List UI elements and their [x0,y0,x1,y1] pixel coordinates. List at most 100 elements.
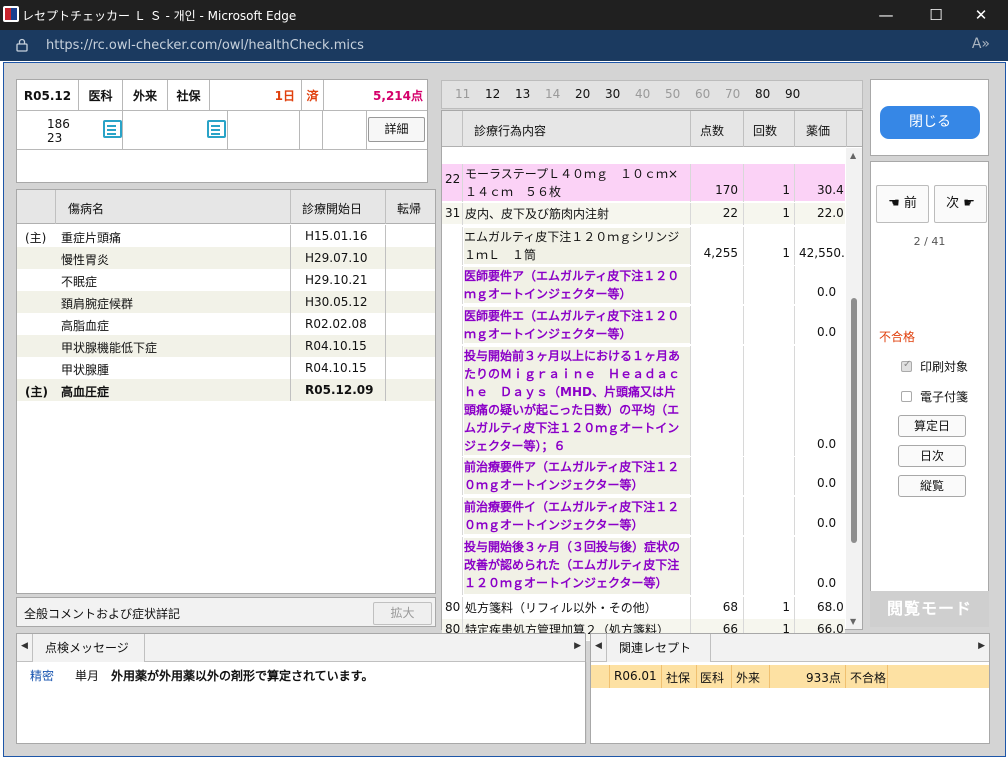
claim-type: 外来 [123,80,168,111]
scroll-up-icon[interactable]: ▲ [850,151,856,160]
treatment-points: 170 [715,183,738,197]
e-attach-checkbox[interactable] [901,391,912,402]
category-tab[interactable]: 14 [545,87,560,101]
disease-row[interactable]: 高脂血症 R02.02.08 [17,313,435,335]
treatment-name-line: モーラステープＬ４０ｍｇ １０ｃｍ× [465,167,679,181]
disease-table-header: 傷病名 診療開始日 転帰 [17,190,435,224]
document-icon[interactable] [103,120,122,138]
treatment-row[interactable]: 医師要件エ（エムガルティ皮下注１２０ ｍｇオートインジェクター等） 0.0 [442,306,845,344]
related-row[interactable]: R06.01 社保 医科 外来 933点 不合格 [591,665,989,688]
category-tab[interactable]: 30 [605,87,620,101]
related-tabbar: ◀ 関連レセプト ▶ [591,634,989,662]
category-tab[interactable]: 80 [755,87,770,101]
treatment-row[interactable]: 投与開始後３ヶ月（３回投与後）症状の 改善が認められた（エムガルティ皮下注 １２０ｍ… [442,537,845,595]
treatment-points: 4,255 [703,246,738,260]
treatment-row[interactable]: エムガルティ皮下注１２０ｍｇシリンジ １ｍＬ １筒 4,255 1 42,550.0 [442,227,845,265]
tab-right-arrow-icon[interactable]: ▶ [978,641,985,651]
claim-id-top: 186 [47,116,70,131]
disease-name: 甲状腺機能低下症 [61,341,158,355]
treatment-code: 80 [445,600,461,614]
treatment-name-line: ｈｅ Ｄａｙｓ（MHD、片頭痛又は片 [464,385,676,399]
treatment-name-line: １２０ｍｇオートインジェクター等） [464,576,668,590]
treatment-price: 0.0 [817,437,837,451]
tab-left-arrow-icon[interactable]: ◀ [21,641,28,651]
hand-right-icon: ☛ [963,196,975,211]
related-panel: ◀ 関連レセプト ▶ R06.01 社保 医科 外来 933点 不合格 [590,633,990,744]
category-tab[interactable]: 12 [485,87,500,101]
treatment-name: 投与開始後３ヶ月（３回投与後）症状の 改善が認められた（エムガルティ皮下注 １２０ｍ… [464,538,690,594]
claim-days: 1日 [210,80,302,111]
scrollbar-thumb[interactable] [851,298,857,543]
treatment-name: 皮内、皮下及び筋肉内注射 [465,205,689,225]
tab-related-receipts[interactable]: 関連レセプト [606,634,711,662]
treatment-name-line: エムガルティ皮下注１２０ｍｇシリンジ [464,230,680,244]
col-start-date: 診療開始日 [302,202,363,216]
message-level: 精密 [30,669,55,683]
treatment-scrollbar[interactable]: ▲ ▼ [846,148,862,629]
category-tab[interactable]: 90 [785,87,800,101]
claim-header: R05.12 医科 外来 社保 1日 済 5,214点 186 23 詳細 [16,79,428,183]
disease-row[interactable]: (主) 高血圧症 R05.12.09 [17,379,435,401]
tab-check-messages[interactable]: 点検メッセージ [32,634,145,662]
category-tab[interactable]: 70 [725,87,740,101]
message-tabbar: ◀ 点検メッセージ ▶ [17,634,585,662]
treatment-row[interactable]: 前治療要件ア（エムガルティ皮下注１２ ０ｍｇオートインジェクター等） 0.0 [442,457,845,495]
col-disease-name: 傷病名 [68,202,105,216]
category-tab[interactable]: 13 [515,87,530,101]
calc-day-button[interactable]: 算定日 [898,415,966,437]
daily-button[interactable]: 日次 [898,445,966,467]
read-aloud-icon[interactable]: A» [972,36,990,52]
claim-era: R05.12 [17,80,79,111]
url-text[interactable]: https://rc.owl-checker.com/owl/healthChe… [46,38,364,53]
treatment-count: 1 [782,183,790,197]
disease-row[interactable]: 慢性胃炎 H29.07.10 [17,247,435,269]
detail-button[interactable]: 詳細 [368,117,425,142]
treatment-row[interactable]: 投与開始前３ヶ月以上における１ヶ月あ たりのＭｉｇｒａｉｎｅ Ｈｅａｄａｃ ｈｅ Ｄ… [442,346,845,456]
close-button[interactable]: 閉じる [880,106,980,139]
disease-name: 甲状腺腫 [61,363,110,377]
disease-name: 高血圧症 [61,385,110,399]
treatment-row[interactable]: 31 皮内、皮下及び筋肉内注射 22 1 22.0 [442,203,845,225]
next-button[interactable]: 次 ☛ [934,185,987,223]
prev-button[interactable]: ☚ 前 [876,185,929,223]
treatment-name: 投与開始前３ヶ月以上における１ヶ月あ たりのＭｉｇｒａｉｎｅ Ｈｅａｄａｃ ｈｅ Ｄ… [464,347,690,455]
disease-start-date: R05.12.09 [305,383,374,397]
message-row[interactable]: 精密 単月 外用薬が外用薬以外の剤形で算定されています。 [17,665,585,685]
next-label: 次 [946,196,960,211]
print-target-checkbox[interactable] [901,359,912,372]
close-window-button[interactable]: ✕ [958,0,1004,30]
treatment-row[interactable]: 前治療要件イ（エムガルティ皮下注１２ ０ｍｇオートインジェクター等） 0.0 [442,497,845,535]
treatment-name: 前治療要件ア（エムガルティ皮下注１２ ０ｍｇオートインジェクター等） [464,458,690,494]
message-text: 外用薬が外用薬以外の剤形で算定されています。 [111,669,374,683]
tab-left-arrow-icon[interactable]: ◀ [595,641,602,651]
disease-row[interactable]: 甲状腺腫 R04.10.15 [17,357,435,379]
disease-start-date: H15.01.16 [305,229,368,243]
address-bar: https://rc.owl-checker.com/owl/healthChe… [0,30,1008,61]
related-insurance: 社保 [666,671,691,685]
disease-start-date: H30.05.12 [305,295,368,309]
minimize-button[interactable]: — [863,0,909,30]
document-icon[interactable] [207,120,226,138]
treatment-row[interactable]: 80 処方箋料（リフィル以外・その他） 68 1 68.0 [442,597,845,619]
disease-row[interactable]: (主) 重症片頭痛 H15.01.16 [17,225,435,247]
tab-right-arrow-icon[interactable]: ▶ [574,641,581,651]
category-tab[interactable]: 11 [455,87,470,101]
treatment-price: 0.0 [817,516,837,530]
treatment-row[interactable]: 医師要件ア（エムガルティ皮下注１２０ ｍｇオートインジェクター等） 0.0 [442,266,845,304]
claim-done-badge: 済 [302,80,324,111]
disease-row[interactable]: 甲状腺機能低下症 R04.10.15 [17,335,435,357]
expand-button[interactable]: 拡大 [373,602,432,625]
disease-name: 高脂血症 [61,319,110,333]
treatment-panel: 診療行為内容 点数 回数 薬価 22 モーラステープＬ４０ｍｇ １０ｃｍ× １４ｃｍ… [441,110,863,641]
maximize-button[interactable]: ☐ [913,0,959,30]
category-tab[interactable]: 50 [665,87,680,101]
treatment-row[interactable]: 22 モーラステープＬ４０ｍｇ １０ｃｍ× １４ｃｍ ５６枚 170 1 30.4 [442,164,845,202]
disease-row[interactable]: 不眠症 H29.10.21 [17,269,435,291]
category-tab[interactable]: 40 [635,87,650,101]
treatment-name-line: ムガルティ皮下注１２０ｍｇオートイン [464,421,680,435]
vertical-view-button[interactable]: 縦覧 [898,475,966,497]
scroll-down-icon[interactable]: ▼ [850,617,856,626]
disease-row[interactable]: 頚肩腕症候群 H30.05.12 [17,291,435,313]
category-tab[interactable]: 20 [575,87,590,101]
category-tab[interactable]: 60 [695,87,710,101]
